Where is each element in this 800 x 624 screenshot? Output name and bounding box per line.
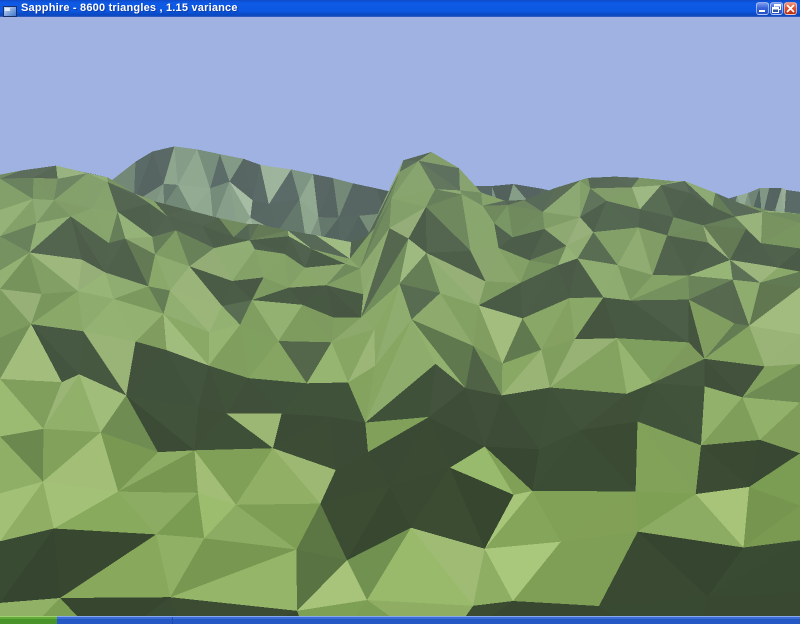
start-button-edge[interactable] (0, 616, 57, 624)
window-title: Sapphire - 8600 triangles , 1.15 varianc… (21, 0, 238, 17)
app-icon-glyph (3, 6, 17, 17)
main-terrain (0, 152, 800, 616)
window-controls (756, 2, 800, 15)
app-icon[interactable] (3, 4, 17, 15)
taskbar[interactable] (0, 616, 800, 624)
close-icon (786, 4, 795, 13)
minimize-icon (759, 10, 765, 12)
close-button[interactable] (784, 2, 797, 15)
taskbar-divider (172, 617, 173, 624)
render-viewport[interactable] (0, 17, 800, 616)
minimize-button[interactable] (756, 2, 769, 15)
app-window: Sapphire - 8600 triangles , 1.15 varianc… (0, 0, 800, 624)
terrain-svg (0, 17, 800, 616)
title-bar[interactable]: Sapphire - 8600 triangles , 1.15 varianc… (0, 0, 800, 17)
taskbar-bar[interactable] (0, 616, 800, 624)
restore-button[interactable] (770, 2, 783, 15)
restore-icon (772, 4, 781, 13)
